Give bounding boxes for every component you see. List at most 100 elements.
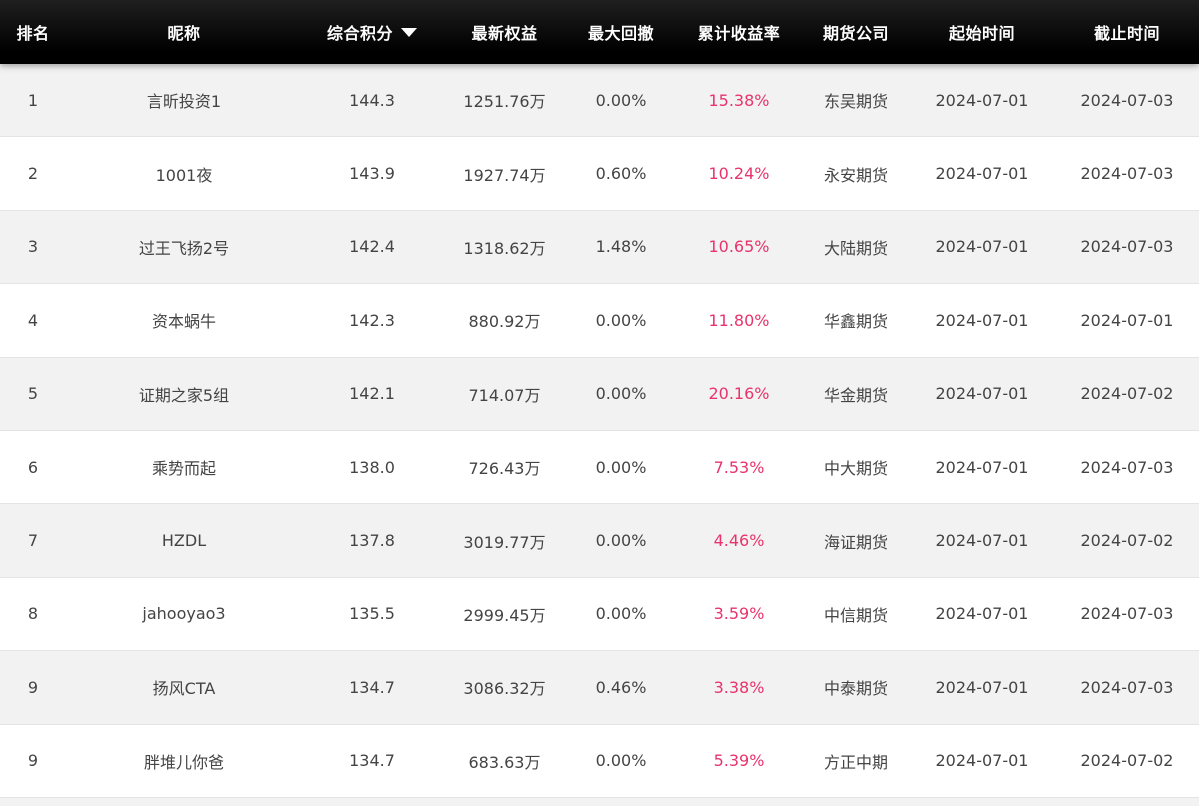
nickname-cell: 乘势而起 [151, 459, 216, 479]
end-date-cell: 2024-07-02 [1080, 751, 1174, 771]
rank-cell: 4 [27, 310, 39, 330]
cum-return-cell: 3.59% [713, 604, 765, 624]
equity-cell: 1251.76万 [463, 92, 546, 112]
table-row[interactable]: 3 过王飞扬2号 142.4 1318.62万 1.48% 10.65% 大陆期货 2024-… [0, 210, 1199, 285]
nickname-cell: 过王飞扬2号 [138, 238, 230, 258]
cum-return-cell: 4.46% [713, 531, 765, 551]
column-header-max-drawdown[interactable]: 最大回撤 [567, 20, 675, 44]
column-header-start-date[interactable]: 起始时间 [909, 20, 1055, 44]
broker-cell: 东吴期货 [823, 92, 888, 112]
max-drawdown-cell: 0.00% [595, 310, 647, 330]
table-row[interactable]: 9 胖堆儿你爸 134.7 683.63万 0.00% 5.39% 方正中期 2024-07-… [0, 724, 1199, 798]
sort-down-triangle-icon[interactable] [401, 27, 417, 37]
rank-cell: 9 [27, 751, 39, 771]
equity-cell: 2999.45万 [463, 605, 546, 625]
max-drawdown-cell: 0.00% [595, 384, 647, 404]
start-date-cell: 2024-07-01 [935, 164, 1029, 184]
table-row[interactable]: 5 证期之家5组 142.1 714.07万 0.00% 20.16% 华金期货 2024-0… [0, 357, 1199, 431]
column-header-cum-return-label: 累计收益率 [697, 24, 781, 43]
column-header-equity-label: 最新权益 [471, 24, 538, 43]
end-date-cell: 2024-07-02 [1080, 384, 1174, 404]
broker-cell: 大陆期货 [823, 238, 888, 258]
start-date-cell: 2024-07-01 [935, 310, 1029, 330]
table-row[interactable]: 4 资本蜗牛 142.3 880.92万 0.00% 11.80% 华鑫期货 2024-07-… [0, 284, 1199, 358]
score-cell: 134.7 [349, 677, 395, 697]
nickname-cell: HZDL [161, 531, 207, 551]
broker-cell: 中泰期货 [823, 679, 888, 699]
start-date-cell: 2024-07-01 [935, 90, 1029, 110]
broker-cell: 中大期货 [823, 459, 888, 479]
max-drawdown-cell: 0.46% [595, 677, 647, 697]
broker-cell: 海证期货 [823, 532, 888, 552]
equity-cell: 714.07万 [468, 385, 541, 405]
end-date-cell: 2024-07-01 [1080, 310, 1174, 330]
equity-cell: 1927.74万 [463, 165, 546, 185]
nickname-cell: 资本蜗牛 [151, 312, 216, 332]
score-cell: 142.3 [349, 310, 395, 330]
column-header-cum-return[interactable]: 累计收益率 [675, 20, 803, 44]
column-header-broker[interactable]: 期货公司 [803, 20, 909, 44]
score-cell: 142.1 [349, 384, 395, 404]
equity-cell: 3086.32万 [463, 679, 546, 699]
column-header-end-date[interactable]: 截止时间 [1055, 20, 1199, 44]
column-header-max-drawdown-label: 最大回撤 [587, 24, 654, 43]
max-drawdown-cell: 0.00% [595, 90, 647, 110]
rank-cell: 5 [27, 384, 39, 404]
rank-cell: 8 [27, 604, 39, 624]
column-header-score[interactable]: 综合积分 [302, 20, 442, 44]
score-cell: 134.7 [349, 751, 395, 771]
end-date-cell: 2024-07-03 [1080, 164, 1174, 184]
table-bottom-strip [0, 797, 1199, 806]
score-cell: 137.8 [349, 531, 395, 551]
broker-cell: 华鑫期货 [823, 312, 888, 332]
end-date-cell: 2024-07-03 [1080, 90, 1174, 110]
rank-cell: 9 [27, 677, 39, 697]
cum-return-cell: 7.53% [713, 457, 765, 477]
cum-return-cell: 20.16% [708, 384, 770, 404]
table-row[interactable]: 7 HZDL 137.8 3019.77万 0.00% 4.46% 海证期货 2024-07-… [0, 504, 1199, 578]
nickname-cell: 证期之家5组 [138, 385, 230, 405]
score-cell: 143.9 [349, 164, 395, 184]
ranking-table: 排名 昵称 综合积分 最新权益 最大回撤 累计收益率 期货公司 起始时间 截止时… [0, 0, 1199, 806]
broker-cell: 方正中期 [823, 752, 888, 772]
start-date-cell: 2024-07-01 [935, 531, 1029, 551]
nickname-cell: 胖堆儿你爸 [143, 752, 224, 772]
column-header-equity[interactable]: 最新权益 [442, 20, 567, 44]
column-header-nickname[interactable]: 昵称 [66, 20, 302, 44]
rank-cell: 6 [27, 457, 39, 477]
end-date-cell: 2024-07-03 [1080, 237, 1174, 257]
table-row[interactable]: 8 jahooyao3 135.5 2999.45万 0.00% 3.59% 中信期货 202… [0, 577, 1199, 652]
rank-cell: 2 [27, 164, 39, 184]
score-cell: 144.3 [349, 90, 395, 110]
column-header-rank[interactable]: 排名 [0, 20, 66, 44]
cum-return-cell: 5.39% [713, 751, 765, 771]
table-body: 1 言昕投资1 144.3 1251.76万 0.00% 15.38% 东吴期货 2024-0… [0, 64, 1199, 798]
equity-cell: 880.92万 [468, 312, 541, 332]
max-drawdown-cell: 0.00% [595, 531, 647, 551]
cum-return-cell: 10.65% [708, 237, 770, 257]
nickname-cell: jahooyao3 [142, 604, 226, 624]
table-row[interactable]: 6 乘势而起 138.0 726.43万 0.00% 7.53% 中大期货 2024-07-0… [0, 430, 1199, 505]
broker-cell: 华金期货 [823, 385, 888, 405]
column-header-nickname-label: 昵称 [167, 24, 201, 43]
equity-cell: 726.43万 [468, 459, 541, 479]
start-date-cell: 2024-07-01 [935, 604, 1029, 624]
score-cell: 142.4 [349, 237, 395, 257]
table-row[interactable]: 1 言昕投资1 144.3 1251.76万 0.00% 15.38% 东吴期货 2024-0… [0, 64, 1199, 138]
table-row[interactable]: 2 1001夜 143.9 1927.74万 0.60% 10.24% 永安期货 2024-0… [0, 137, 1199, 211]
column-header-start-date-label: 起始时间 [948, 24, 1015, 43]
start-date-cell: 2024-07-01 [935, 677, 1029, 697]
max-drawdown-cell: 1.48% [595, 237, 647, 257]
score-cell: 138.0 [349, 457, 395, 477]
column-header-broker-label: 期货公司 [822, 24, 889, 43]
broker-cell: 中信期货 [823, 605, 888, 625]
score-cell: 135.5 [349, 604, 395, 624]
start-date-cell: 2024-07-01 [935, 384, 1029, 404]
max-drawdown-cell: 0.00% [595, 457, 647, 477]
table-row[interactable]: 9 扬风CTA 134.7 3086.32万 0.46% 3.38% 中泰期货 2024-07… [0, 651, 1199, 725]
rank-cell: 3 [27, 237, 39, 257]
cum-return-cell: 11.80% [708, 310, 770, 330]
cum-return-cell: 10.24% [708, 164, 770, 184]
end-date-cell: 2024-07-02 [1080, 531, 1174, 551]
max-drawdown-cell: 0.00% [595, 751, 647, 771]
